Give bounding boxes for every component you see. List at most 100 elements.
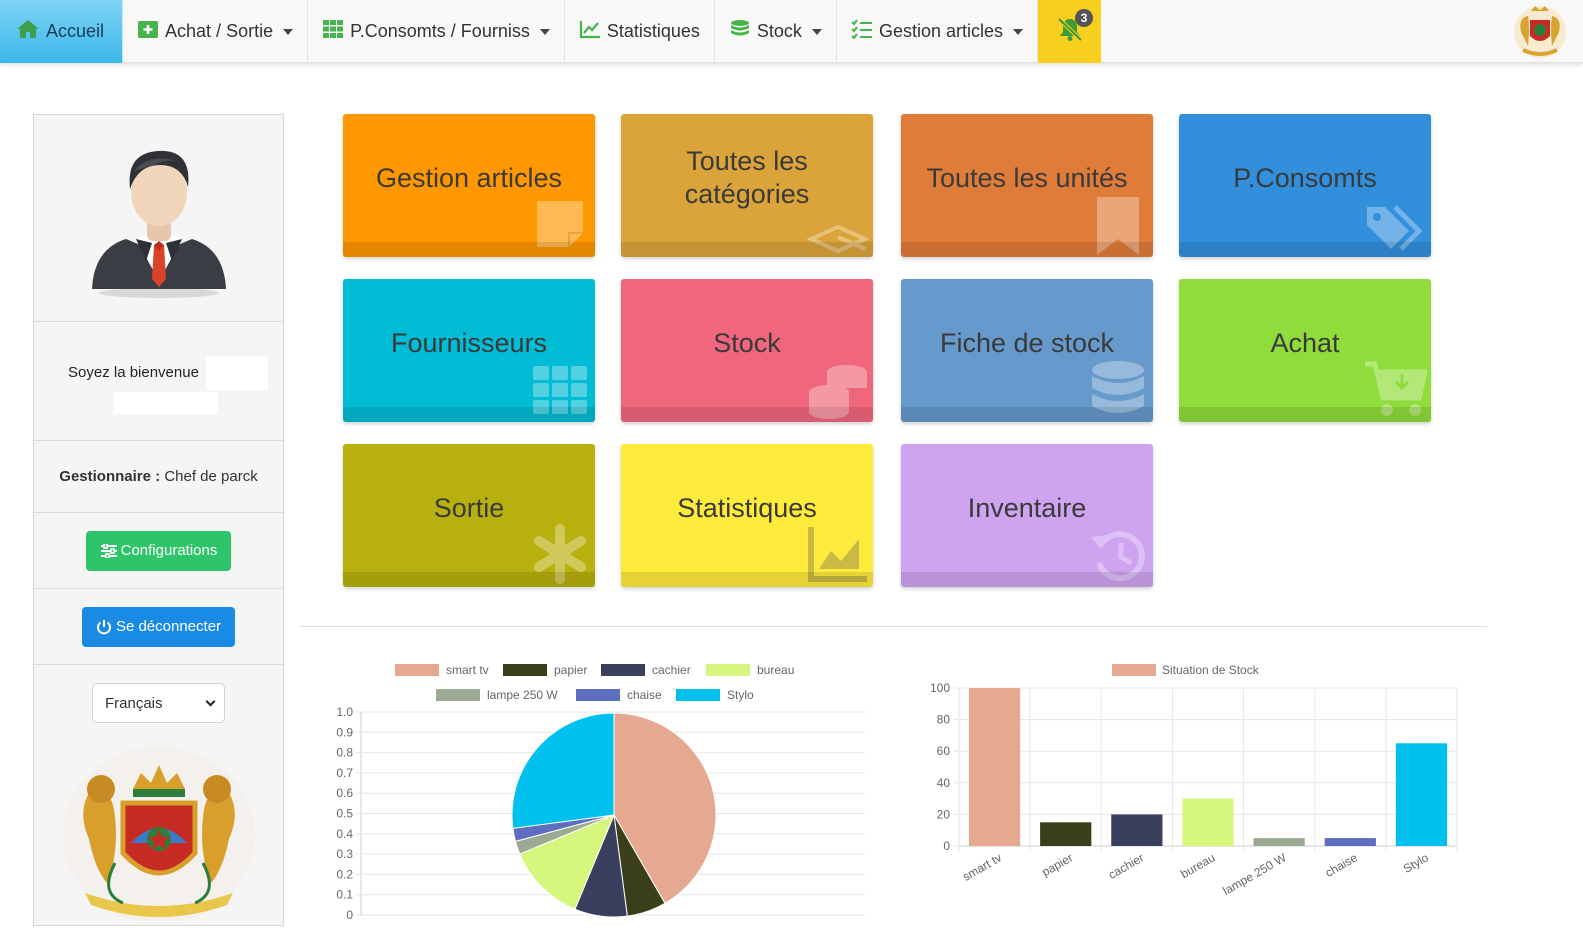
top-navbar: Accueil Achat / Sortie P.Consomts / Four… <box>0 0 1583 63</box>
nav-accueil[interactable]: Accueil <box>0 0 124 63</box>
username-redacted <box>206 356 268 390</box>
config-section: Configurations <box>34 513 283 589</box>
tile-title: Gestion articles <box>375 162 563 193</box>
pie-slice[interactable] <box>511 712 615 829</box>
tile-title: Statistiques <box>677 492 817 523</box>
power-icon <box>96 619 112 635</box>
role-label: Gestionnaire : <box>59 468 161 485</box>
tile-title: Sortie <box>433 492 505 523</box>
legend-label: lampe 250 W <box>487 688 558 702</box>
pie-chart: smart tv papier cachier bureau lampe 250 W ch… <box>336 663 865 922</box>
nav-gestion-articles[interactable]: Gestion articles <box>837 0 1038 63</box>
home-icon <box>16 19 40 44</box>
y-tick-label: 0 <box>346 908 353 922</box>
profile-sidebar: Soyez la bienvenue Gestionnaire : Chef d… <box>33 114 284 926</box>
tile-footer <box>621 407 873 422</box>
tile-categories[interactable]: Toutes les catégories <box>621 114 873 257</box>
line-chart-icon <box>579 19 601 44</box>
nav-label: Gestion articles <box>878 21 1003 41</box>
nav-label: P.Consomts / Fourniss <box>350 21 530 41</box>
bar[interactable] <box>1040 822 1092 846</box>
chevron-down-icon <box>283 28 294 35</box>
tile-footer <box>621 572 873 587</box>
legend-label: smart tv <box>446 663 489 677</box>
tile-pconsomts[interactable]: P.Consomts <box>1179 114 1431 257</box>
y-tick-label: 0.7 <box>336 766 353 780</box>
tile-statistiques[interactable]: Statistiques <box>621 444 873 587</box>
nav-label: Accueil <box>46 21 105 41</box>
tile-footer <box>343 407 595 422</box>
coat-of-arms-icon <box>1511 2 1569 60</box>
nav-label: Stock <box>756 21 802 41</box>
x-tick-label: bureau <box>1178 850 1217 881</box>
y-tick-label: 0 <box>943 839 950 853</box>
configurations-button[interactable]: Configurations <box>85 530 232 571</box>
nav-statistiques[interactable]: Statistiques <box>565 0 715 63</box>
language-section: Français <box>34 665 283 926</box>
bar[interactable] <box>1182 798 1234 846</box>
y-tick-label: 1.0 <box>336 705 353 719</box>
tile-achat[interactable]: Achat <box>1179 279 1431 422</box>
y-tick-label: 20 <box>937 807 951 821</box>
legend-swatch <box>706 664 750 676</box>
x-tick-label: cachier <box>1106 850 1147 881</box>
y-tick-label: 0.3 <box>336 847 353 861</box>
y-tick-label: 100 <box>930 681 950 695</box>
notifications-button[interactable]: 3 <box>1038 0 1101 63</box>
bar[interactable] <box>1253 838 1305 846</box>
tile-footer <box>1179 242 1431 257</box>
tile-title: Toutes les catégories <box>684 146 810 209</box>
bar[interactable] <box>1111 814 1163 846</box>
role-value: Chef de parck <box>164 468 258 485</box>
y-tick-label: 0.1 <box>336 888 353 902</box>
username-redacted <box>114 392 218 414</box>
logout-button[interactable]: Se déconnecter <box>81 606 236 647</box>
bar[interactable] <box>968 688 1021 846</box>
logout-section: Se déconnecter <box>34 589 283 665</box>
legend-label: chaise <box>627 688 662 702</box>
chevron-down-icon <box>539 28 550 35</box>
tile-title: Fiche de stock <box>939 327 1115 358</box>
tile-footer <box>901 407 1153 422</box>
legend-label: papier <box>554 663 587 677</box>
language-select[interactable]: Français <box>92 683 225 723</box>
y-tick-label: 60 <box>937 744 951 758</box>
y-tick-label: 0.8 <box>336 746 353 760</box>
tile-footer <box>343 242 595 257</box>
chevron-down-icon <box>811 28 822 35</box>
x-tick-label: Stylo <box>1401 850 1431 876</box>
tile-title: P.Consomts <box>1233 162 1377 193</box>
section-divider <box>300 626 1487 627</box>
tile-title: Inventaire <box>967 492 1087 523</box>
legend-swatch <box>503 664 547 676</box>
avatar-section <box>34 115 283 322</box>
tile-title: Stock <box>713 327 781 358</box>
tile-fournisseurs[interactable]: Fournisseurs <box>343 279 595 422</box>
tile-gestion-articles[interactable]: Gestion articles <box>343 114 595 257</box>
nav-stock[interactable]: Stock <box>715 0 837 63</box>
tile-inventaire[interactable]: Inventaire <box>901 444 1153 587</box>
x-tick-label: smart tv <box>960 850 1004 883</box>
y-tick-label: 80 <box>937 713 951 727</box>
bar[interactable] <box>1395 743 1448 846</box>
tile-unites[interactable]: Toutes les unités <box>901 114 1153 257</box>
tile-sortie[interactable]: Sortie <box>343 444 595 587</box>
tile-footer <box>901 572 1153 587</box>
legend-swatch <box>436 689 480 701</box>
legend-swatch <box>676 689 720 701</box>
x-tick-label: papier <box>1039 850 1075 879</box>
grid-icon <box>322 19 344 44</box>
y-tick-label: 40 <box>937 776 951 790</box>
sliders-icon <box>100 543 118 558</box>
tile-footer <box>621 242 873 257</box>
coat-of-arms-icon <box>59 743 259 926</box>
nav-pconsomts-fourniss[interactable]: P.Consomts / Fourniss <box>308 0 565 63</box>
nav-achat-sortie[interactable]: Achat / Sortie <box>123 0 309 63</box>
tile-stock[interactable]: Stock <box>621 279 873 422</box>
tile-footer <box>901 242 1153 257</box>
tile-footer <box>343 572 595 587</box>
welcome-text: Soyez la bienvenue <box>68 364 199 381</box>
logout-label: Se déconnecter <box>115 618 222 635</box>
tile-fiche-stock[interactable]: Fiche de stock <box>901 279 1153 422</box>
bar[interactable] <box>1324 838 1376 846</box>
